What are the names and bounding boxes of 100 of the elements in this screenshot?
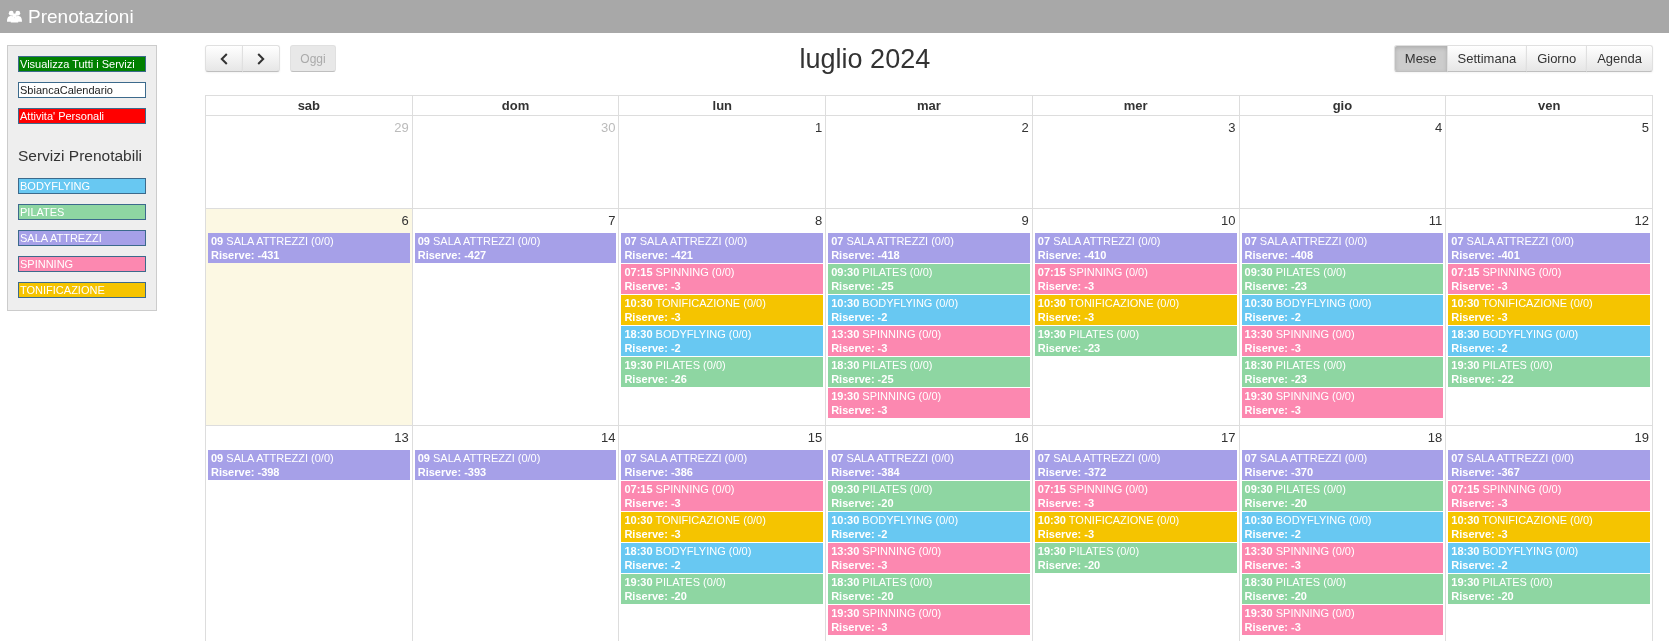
day-number: 9 [1021, 213, 1029, 228]
day-number: 29 [394, 120, 409, 135]
calendar-event[interactable]: 18:30 PILATES (0/0) Riserve: -23 [1241, 357, 1444, 387]
view-tab[interactable]: Giorno [1526, 45, 1588, 72]
calendar-event[interactable]: 13:30 SPINNING (0/0) Riserve: -3 [1241, 326, 1444, 356]
users-icon [7, 10, 22, 23]
calendar-event[interactable]: 10:30 BODYFLYING (0/0) Riserve: -2 [828, 295, 1030, 325]
filter-button[interactable]: Attivita' Personali [18, 108, 146, 124]
calendar-event[interactable]: 07 SALA ATTREZZI (0/0) Riserve: -401 [1448, 233, 1650, 263]
calendar-event[interactable]: 18:30 BODYFLYING (0/0) Riserve: -2 [1448, 543, 1650, 573]
calendar-event[interactable]: 09 SALA ATTREZZI (0/0) Riserve: -427 [414, 233, 617, 263]
calendar-event[interactable]: 07 SALA ATTREZZI (0/0) Riserve: -386 [621, 450, 824, 480]
day-number: 10 [1221, 213, 1236, 228]
day-number: 15 [807, 430, 823, 445]
calendar-event[interactable]: 10:30 TONIFICAZIONE (0/0) Riserve: -3 [1448, 295, 1650, 325]
calendar-event[interactable]: 07:15 SPINNING (0/0) Riserve: -3 [1034, 264, 1237, 294]
previous-button[interactable] [205, 45, 243, 72]
month-title: luglio 2024 [798, 42, 932, 75]
calendar-event[interactable]: 07 SALA ATTREZZI (0/0) Riserve: -367 [1448, 450, 1650, 480]
weekday-header: sab [206, 96, 413, 116]
day-number: 4 [1435, 120, 1443, 135]
calendar-event[interactable]: 19:30 PILATES (0/0) Riserve: -22 [1448, 357, 1650, 387]
weekday-header: dom [412, 96, 620, 116]
weekday-header: mer [1032, 96, 1240, 116]
weekday-header: mar [826, 96, 1033, 116]
day-number: 5 [1641, 120, 1649, 135]
calendar-event[interactable]: 09 SALA ATTREZZI (0/0) Riserve: -398 [208, 450, 410, 480]
calendar-event[interactable]: 10:30 TONIFICAZIONE (0/0) Riserve: -3 [1034, 512, 1237, 542]
day-number: 30 [600, 120, 616, 135]
day-number: 8 [814, 213, 823, 228]
calendar-event[interactable]: 10:30 BODYFLYING (0/0) Riserve: -2 [1241, 512, 1444, 542]
service-filter-button[interactable]: SALA ATTREZZI [18, 230, 146, 246]
day-number: 7 [608, 213, 616, 228]
calendar-event[interactable]: 07 SALA ATTREZZI (0/0) Riserve: -418 [828, 233, 1030, 263]
day-number: 11 [1428, 213, 1443, 228]
calendar-event[interactable]: 07 SALA ATTREZZI (0/0) Riserve: -384 [828, 450, 1030, 480]
section-heading: Servizi Prenotabili [18, 146, 143, 166]
view-tab[interactable]: Settimana [1446, 45, 1528, 72]
chevron-left-icon [220, 52, 228, 65]
calendar-event[interactable]: 13:30 SPINNING (0/0) Riserve: -3 [828, 326, 1030, 356]
calendar-event[interactable]: 18:30 BODYFLYING (0/0) Riserve: -2 [1448, 326, 1650, 356]
calendar-event[interactable]: 10:30 TONIFICAZIONE (0/0) Riserve: -3 [621, 512, 824, 542]
calendar-event[interactable]: 19:30 PILATES (0/0) Riserve: -26 [621, 357, 824, 387]
calendar-event[interactable]: 18:30 PILATES (0/0) Riserve: -25 [828, 357, 1030, 387]
calendar-event[interactable]: 13:30 SPINNING (0/0) Riserve: -3 [828, 543, 1030, 573]
service-filter-button[interactable]: TONIFICAZIONE [18, 282, 146, 298]
calendar-event[interactable]: 10:30 TONIFICAZIONE (0/0) Riserve: -3 [1034, 295, 1237, 325]
calendar-event[interactable]: 07 SALA ATTREZZI (0/0) Riserve: -370 [1241, 450, 1444, 480]
service-filter-button[interactable]: SPINNING [18, 256, 146, 272]
service-filter-button[interactable]: BODYFLYING [18, 178, 146, 194]
service-filter-button[interactable]: PILATES [18, 204, 146, 220]
calendar-event[interactable]: 18:30 BODYFLYING (0/0) Riserve: -2 [621, 326, 824, 356]
calendar-event[interactable]: 19:30 PILATES (0/0) Riserve: -20 [1034, 543, 1237, 573]
calendar-event[interactable]: 19:30 PILATES (0/0) Riserve: -20 [1448, 574, 1650, 604]
calendar-event[interactable]: 10:30 TONIFICAZIONE (0/0) Riserve: -3 [1448, 512, 1650, 542]
calendar-event[interactable]: 19:30 SPINNING (0/0) Riserve: -3 [828, 605, 1030, 635]
calendar-event[interactable]: 09 SALA ATTREZZI (0/0) Riserve: -393 [414, 450, 617, 480]
calendar-event[interactable]: 19:30 SPINNING (0/0) Riserve: -3 [1241, 388, 1444, 418]
calendar-event[interactable]: 10:30 TONIFICAZIONE (0/0) Riserve: -3 [621, 295, 824, 325]
next-button[interactable] [242, 45, 280, 72]
calendar-event[interactable]: 18:30 PILATES (0/0) Riserve: -20 [828, 574, 1030, 604]
calendar-event[interactable]: 07:15 SPINNING (0/0) Riserve: -3 [621, 264, 824, 294]
day-number: 17 [1221, 430, 1236, 445]
weekday-header: gio [1239, 96, 1447, 116]
day-number: 18 [1427, 430, 1443, 445]
calendar-event[interactable]: 07 SALA ATTREZZI (0/0) Riserve: -421 [621, 233, 824, 263]
calendar-event[interactable]: 07 SALA ATTREZZI (0/0) Riserve: -408 [1241, 233, 1444, 263]
calendar-event[interactable]: 07:15 SPINNING (0/0) Riserve: -3 [1448, 481, 1650, 511]
calendar-event[interactable]: 10:30 BODYFLYING (0/0) Riserve: -2 [1241, 295, 1444, 325]
calendar-event[interactable]: 13:30 SPINNING (0/0) Riserve: -3 [1241, 543, 1444, 573]
day-number: 12 [1634, 213, 1649, 228]
calendar-event[interactable]: 07:15 SPINNING (0/0) Riserve: -3 [1448, 264, 1650, 294]
calendar-event[interactable]: 18:30 PILATES (0/0) Riserve: -20 [1241, 574, 1444, 604]
calendar-event[interactable]: 09:30 PILATES (0/0) Riserve: -25 [828, 264, 1030, 294]
weekday-header: ven [1446, 96, 1653, 116]
day-number: 3 [1228, 120, 1236, 135]
weekday-header: lun [619, 96, 827, 116]
calendar-event[interactable]: 19:30 SPINNING (0/0) Riserve: -3 [1241, 605, 1444, 635]
calendar-event[interactable]: 19:30 PILATES (0/0) Riserve: -20 [621, 574, 824, 604]
calendar-event[interactable]: 09 SALA ATTREZZI (0/0) Riserve: -431 [208, 233, 410, 263]
calendar-event[interactable]: 09:30 PILATES (0/0) Riserve: -23 [1241, 264, 1444, 294]
day-number: 19 [1634, 430, 1649, 445]
calendar-event[interactable]: 09:30 PILATES (0/0) Riserve: -20 [1241, 481, 1444, 511]
filter-button[interactable]: SbiancaCalendario [18, 82, 146, 98]
filter-button[interactable]: Visualizza Tutti i Servizi [18, 56, 146, 72]
calendar-event[interactable]: 07:15 SPINNING (0/0) Riserve: -3 [621, 481, 824, 511]
calendar-event[interactable]: 07 SALA ATTREZZI (0/0) Riserve: -372 [1034, 450, 1237, 480]
day-number: 14 [600, 430, 616, 445]
calendar-event[interactable]: 10:30 BODYFLYING (0/0) Riserve: -2 [828, 512, 1030, 542]
calendar-event[interactable]: 07 SALA ATTREZZI (0/0) Riserve: -410 [1034, 233, 1237, 263]
view-tab[interactable]: Agenda [1586, 45, 1653, 72]
calendar-event[interactable]: 19:30 SPINNING (0/0) Riserve: -3 [828, 388, 1030, 418]
day-number: 1 [814, 120, 823, 135]
calendar-event[interactable]: 09:30 PILATES (0/0) Riserve: -20 [828, 481, 1030, 511]
day-number: 6 [401, 213, 409, 228]
calendar-event[interactable]: 19:30 PILATES (0/0) Riserve: -23 [1034, 326, 1237, 356]
day-number: 13 [394, 430, 409, 445]
view-tab[interactable]: Mese [1393, 45, 1448, 72]
calendar-event[interactable]: 18:30 BODYFLYING (0/0) Riserve: -2 [621, 543, 824, 573]
calendar-event[interactable]: 07:15 SPINNING (0/0) Riserve: -3 [1034, 481, 1237, 511]
